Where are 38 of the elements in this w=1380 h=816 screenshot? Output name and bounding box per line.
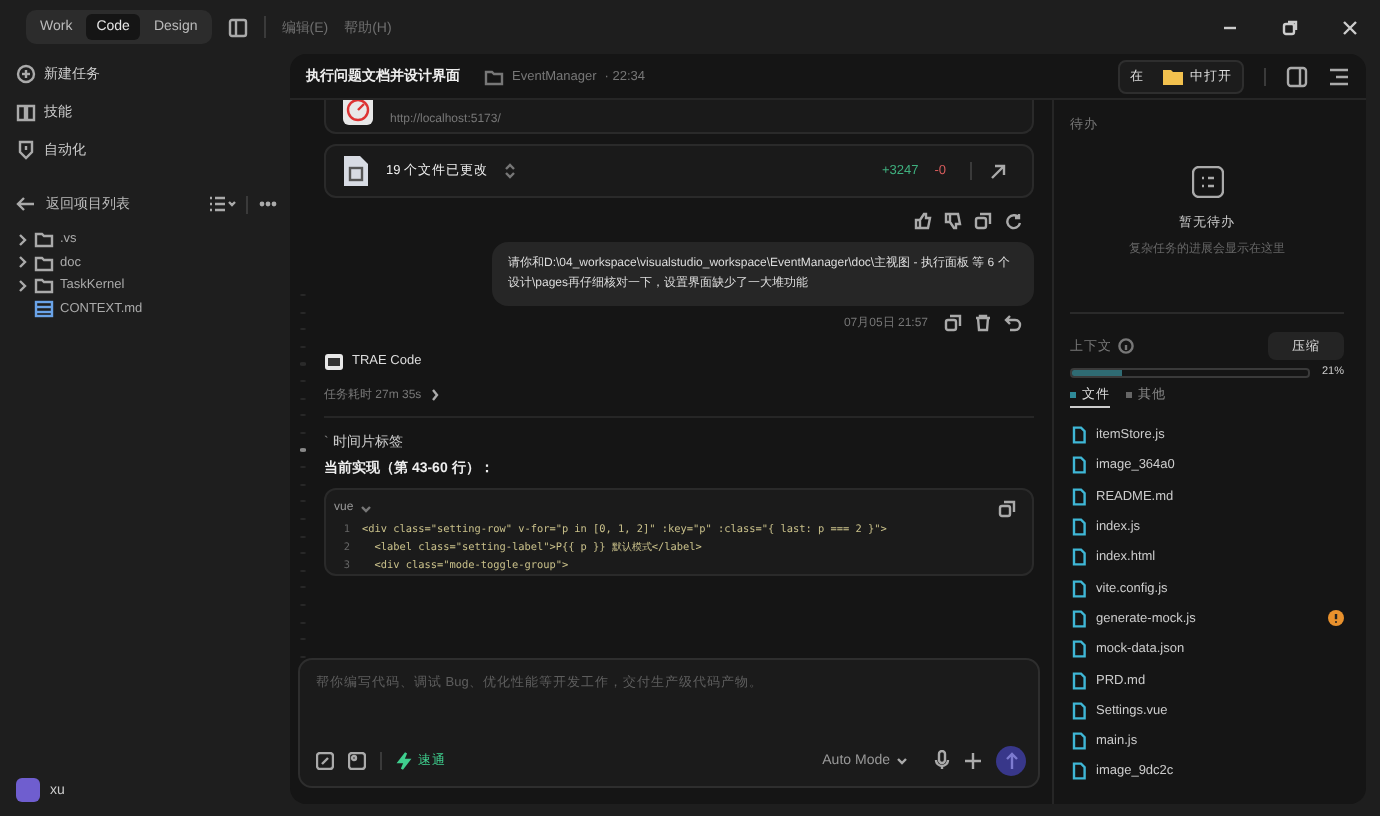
folder-icon <box>1162 67 1184 85</box>
expand-icon <box>504 162 517 180</box>
thumbs-down-icon <box>944 212 962 230</box>
checklist-icon <box>1191 166 1223 198</box>
panel-icon <box>1286 65 1308 87</box>
trash-icon <box>974 314 992 332</box>
plus-circle-icon <box>16 63 36 83</box>
sidebar-toggle-icon <box>227 17 248 37</box>
image-icon <box>348 751 366 769</box>
close-icon <box>1340 17 1360 37</box>
compass-icon <box>342 100 374 126</box>
back-arrow-icon <box>16 194 36 214</box>
shield-icon <box>16 139 36 159</box>
info-icon <box>1118 338 1134 354</box>
folder-icon <box>484 67 504 85</box>
chevron-down-icon <box>359 503 372 513</box>
arrow-up-right-icon <box>988 161 1008 181</box>
copy-icon <box>974 212 992 230</box>
lightning-icon <box>396 751 412 769</box>
refresh-icon <box>1004 212 1022 230</box>
document-icon <box>34 299 54 318</box>
arrow-up-icon <box>1003 751 1019 769</box>
undo-icon <box>1004 314 1022 332</box>
chevron-down-icon <box>896 755 908 765</box>
thumbs-up-icon <box>914 212 932 230</box>
edit-icon <box>316 751 334 769</box>
send-button[interactable] <box>996 745 1026 775</box>
avatar <box>16 778 40 802</box>
bot-icon <box>324 351 344 371</box>
copy-icon <box>944 314 962 332</box>
list-icon <box>1328 65 1350 87</box>
copy-icon <box>998 499 1016 517</box>
restore-icon <box>1280 17 1300 37</box>
list-view-icon <box>208 194 236 214</box>
book-icon <box>16 101 36 121</box>
document-icon <box>342 154 370 188</box>
microphone-icon <box>934 750 950 770</box>
chevron-right-icon <box>429 387 440 401</box>
